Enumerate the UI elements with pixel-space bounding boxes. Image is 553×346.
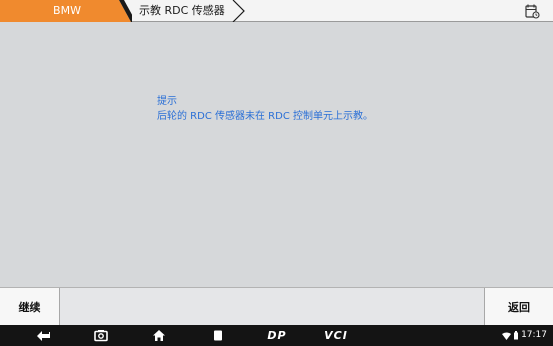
page-title: 示教 RDC 传感器 bbox=[139, 4, 225, 17]
breadcrumb-current-page: 示教 RDC 传感器 bbox=[125, 0, 245, 22]
breadcrumb-bar: BMW 示教 RDC 传感器 bbox=[0, 0, 553, 22]
clock-time: 17:17 bbox=[521, 330, 547, 340]
message-panel: 提示 后轮的 RDC 传感器未在 RDC 控制单元上示教。 bbox=[0, 23, 553, 287]
message-body: 后轮的 RDC 传感器未在 RDC 控制单元上示教。 bbox=[157, 111, 373, 122]
message-title: 提示 bbox=[157, 96, 177, 107]
home-icon[interactable] bbox=[151, 328, 167, 343]
dp-icon[interactable]: DP bbox=[264, 328, 290, 343]
battery-icon bbox=[514, 331, 519, 340]
breadcrumb-brand[interactable]: BMW bbox=[0, 0, 132, 22]
wifi-icon bbox=[502, 332, 512, 340]
breadcrumb-brand-label: BMW bbox=[53, 4, 81, 17]
vci-label: VCI bbox=[324, 329, 348, 342]
system-nav-bar: DP VCI 17:17 bbox=[0, 325, 553, 346]
camera-icon[interactable] bbox=[93, 328, 109, 343]
app-window: BMW 示教 RDC 传感器 提示 后轮的 RDC 传感器未在 RDC 控制单元… bbox=[0, 0, 553, 346]
back-button[interactable]: 返回 bbox=[484, 288, 553, 325]
continue-button[interactable]: 继续 bbox=[0, 288, 60, 325]
info-message: 提示 后轮的 RDC 传感器未在 RDC 控制单元上示教。 bbox=[157, 94, 373, 124]
back-icon[interactable] bbox=[34, 328, 52, 343]
dp-label: DP bbox=[267, 329, 287, 342]
recent-apps-icon[interactable] bbox=[211, 328, 225, 343]
vci-icon[interactable]: VCI bbox=[320, 328, 352, 343]
status-area: 17:17 bbox=[502, 329, 547, 342]
report-calendar-icon[interactable] bbox=[524, 3, 540, 19]
action-bar: 继续 返回 bbox=[0, 287, 553, 325]
